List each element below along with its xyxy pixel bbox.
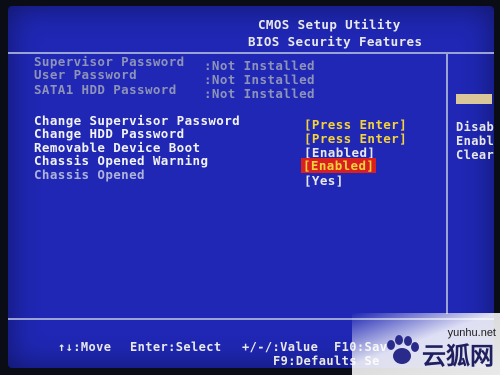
panel-divider	[446, 54, 448, 314]
help-option-disabled: Disabl	[456, 120, 494, 134]
status-row-user: User Password	[34, 67, 138, 82]
selected-value[interactable]: [Enabled]	[301, 158, 377, 173]
help-option-clear: Clear	[456, 148, 494, 162]
watermark-brand: 云狐网	[422, 342, 494, 370]
menu-item-label: Chassis Opened	[34, 167, 145, 182]
status-row-sata: SATA1 HDD Password	[34, 82, 177, 97]
menu-item-value[interactable]: [Press Enter]	[304, 117, 407, 132]
menu-item-chassis-opened-warning[interactable]: Chassis Opened Warning	[34, 153, 209, 168]
menu-item-removable-device-boot[interactable]: Removable Device Boot	[34, 140, 200, 155]
footer-select: Enter:Select	[130, 340, 222, 354]
page-title: BIOS Security Features	[248, 34, 423, 49]
status-value: :Not Installed	[204, 72, 315, 87]
bios-header: CMOS Setup Utility BIOS Security Feature…	[8, 6, 494, 54]
status-label: User Password	[34, 67, 138, 82]
status-label: SATA1 HDD Password	[34, 82, 177, 97]
menu-item-value[interactable]: [Press Enter]	[304, 131, 407, 146]
menu-item-label: Change HDD Password	[34, 126, 185, 141]
menu-item-chassis-opened: Chassis Opened	[34, 167, 145, 182]
paw-logo-icon	[387, 335, 419, 364]
status-value: :Not Installed	[204, 86, 315, 101]
menu-item-value: [Yes]	[304, 173, 344, 188]
help-option-enabled: Enable	[456, 134, 494, 148]
footer-move: ↑↓:Move	[58, 340, 112, 354]
menu-item-change-hdd-password[interactable]: Change HDD Password	[34, 126, 185, 141]
watermark: yunhu.net 云狐网	[352, 313, 500, 375]
status-row-supervisor: Supervisor Password	[34, 54, 185, 69]
utility-title: CMOS Setup Utility	[258, 17, 401, 32]
menu-item-change-supervisor-password[interactable]: Change Supervisor Password	[34, 113, 240, 128]
help-panel-bar	[456, 94, 492, 104]
menu-item-label: Chassis Opened Warning	[34, 153, 209, 168]
status-value: :Not Installed	[204, 58, 315, 73]
footer-value: +/-/:Value	[242, 340, 319, 354]
